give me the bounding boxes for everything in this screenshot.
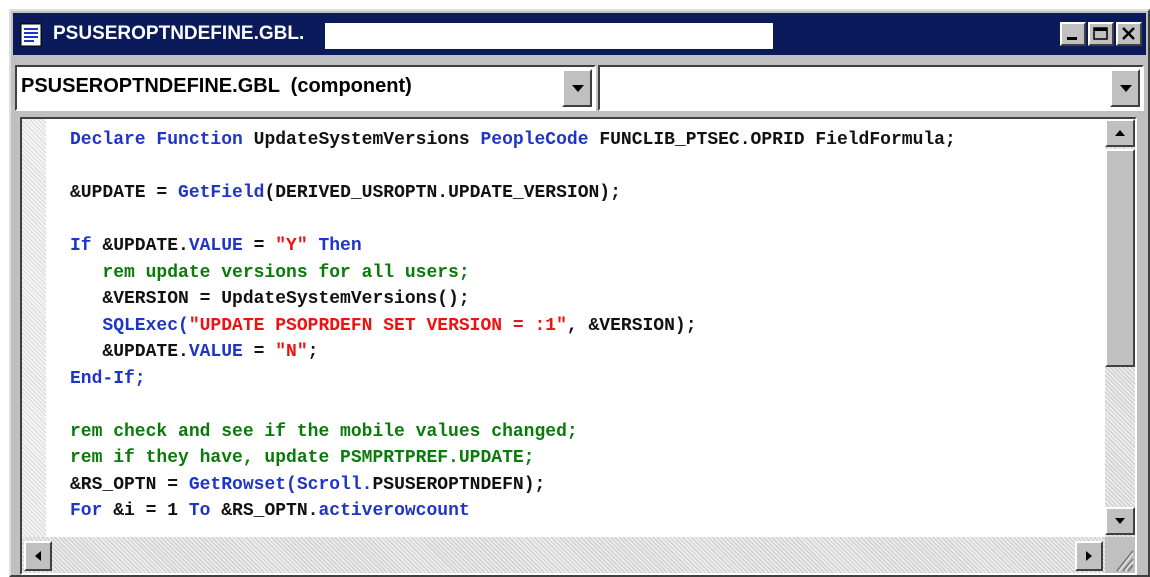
code-token: , &VERSION); xyxy=(566,315,697,336)
code-line[interactable] xyxy=(70,154,1095,181)
code-token: UpdateSystemVersions xyxy=(253,130,481,150)
code-token: SQLExec( xyxy=(102,315,189,336)
code-token: = xyxy=(242,342,276,362)
arrow-down-icon xyxy=(1115,518,1125,524)
code-line[interactable]: &VERSION = UpdateSystemVersions(); xyxy=(70,286,1095,313)
code-token: GetField xyxy=(178,183,265,203)
code-token: To xyxy=(188,501,222,521)
horizontal-scrollbar[interactable] xyxy=(22,537,1105,573)
code-token: VALUE xyxy=(188,236,243,256)
code-token: FUNCLIB_PTSEC.OPRID FieldFormula; xyxy=(599,130,956,150)
resize-grip-icon xyxy=(1116,550,1134,572)
window-title: PSUSEROPTNDEFINE.GBL. xyxy=(53,23,305,44)
code-line[interactable]: rem update versions for all users; xyxy=(70,260,1095,287)
title-bar[interactable]: PSUSEROPTNDEFINE.GBL. xyxy=(13,13,1146,55)
maximize-button[interactable] xyxy=(1088,22,1114,46)
code-token: ; xyxy=(307,342,319,362)
code-token: For xyxy=(70,501,114,521)
event-select-dropdown-button[interactable] xyxy=(1110,69,1140,107)
code-line[interactable]: rem check and see if the mobile values c… xyxy=(70,419,1095,446)
document-icon xyxy=(19,22,47,48)
size-grip[interactable] xyxy=(1105,537,1135,573)
code-line[interactable] xyxy=(70,392,1095,419)
code-token: &RS_OPTN. xyxy=(221,501,319,521)
scroll-down-button[interactable] xyxy=(1105,507,1135,535)
close-icon xyxy=(1122,27,1135,40)
object-select-dropdown-button[interactable] xyxy=(562,69,592,107)
chevron-down-icon xyxy=(572,85,584,92)
arrow-up-icon xyxy=(1115,130,1125,136)
code-text-area[interactable]: Declare Function UpdateSystemVersions Pe… xyxy=(70,127,1095,537)
code-token: If xyxy=(70,236,103,256)
editor-gutter xyxy=(22,119,46,537)
code-line[interactable]: &RS_OPTN = GetRowset(Scroll.PSUSEROPTNDE… xyxy=(70,472,1095,499)
code-token: rem if they have, update PSMPRTPREF.UPDA… xyxy=(70,448,535,468)
minimize-button[interactable] xyxy=(1060,22,1086,46)
code-token: GetRowset(Scroll. xyxy=(188,474,373,495)
code-token: VALUE xyxy=(188,342,243,362)
vertical-scroll-thumb[interactable] xyxy=(1105,149,1135,367)
code-editor[interactable]: Declare Function UpdateSystemVersions Pe… xyxy=(20,117,1137,575)
code-token: rem check and see if the mobile values c… xyxy=(70,421,578,442)
code-line[interactable]: Declare Function UpdateSystemVersions Pe… xyxy=(70,127,1095,154)
code-token: rem update versions for all users; xyxy=(70,262,470,283)
object-select[interactable]: PSUSEROPTNDEFINE.GBL (component) xyxy=(15,65,596,111)
code-line[interactable]: If &UPDATE.VALUE = "Y" Then xyxy=(70,233,1095,260)
code-token: "UPDATE PSOPRDEFN SET VERSION = :1" xyxy=(188,315,567,336)
scroll-left-button[interactable] xyxy=(24,541,52,571)
code-token: &UPDATE. xyxy=(102,236,189,256)
code-token: (DERIVED_USROPTN.UPDATE_VERSION); xyxy=(264,183,621,203)
code-token: activerowcount xyxy=(318,501,470,521)
code-line[interactable]: End-If; xyxy=(70,366,1095,393)
code-token: "N" xyxy=(275,342,308,362)
arrow-right-icon xyxy=(1086,551,1092,561)
event-select[interactable] xyxy=(598,65,1144,111)
object-select-value: PSUSEROPTNDEFINE.GBL (component) xyxy=(21,75,412,97)
code-token: = xyxy=(242,236,276,256)
code-line[interactable]: &UPDATE = GetField(DERIVED_USROPTN.UPDAT… xyxy=(70,180,1095,207)
code-token: End-If; xyxy=(70,368,146,389)
code-line[interactable]: rem if they have, update PSMPRTPREF.UPDA… xyxy=(70,445,1095,472)
code-token: "Y" xyxy=(275,236,308,256)
code-token: PeopleCode xyxy=(480,130,600,150)
code-token: Declare Function xyxy=(70,130,254,150)
code-token: &UPDATE. xyxy=(70,342,189,362)
code-token: &RS_OPTN = xyxy=(70,474,189,495)
code-token: &i = 1 xyxy=(113,501,189,521)
close-button[interactable] xyxy=(1116,22,1142,46)
minimize-icon xyxy=(1067,37,1077,40)
arrow-left-icon xyxy=(35,551,41,561)
code-token: PSUSEROPTNDEFN); xyxy=(372,474,546,495)
scroll-right-button[interactable] xyxy=(1075,541,1103,571)
title-highlight xyxy=(325,23,773,49)
peoplecode-editor-window: PSUSEROPTNDEFINE.GBL. PSUSEROPTNDEFINE.G… xyxy=(9,9,1150,577)
code-token: &UPDATE = xyxy=(70,183,179,203)
code-line[interactable]: For &i = 1 To &RS_OPTN.activerowcount xyxy=(70,498,1095,525)
code-line[interactable]: SQLExec("UPDATE PSOPRDEFN SET VERSION = … xyxy=(70,313,1095,340)
code-line[interactable] xyxy=(70,207,1095,234)
maximize-icon xyxy=(1093,27,1108,40)
vertical-scrollbar[interactable] xyxy=(1105,119,1135,537)
code-line[interactable]: &UPDATE.VALUE = "N"; xyxy=(70,339,1095,366)
chevron-down-icon xyxy=(1120,85,1132,92)
code-token: &VERSION = UpdateSystemVersions(); xyxy=(70,289,470,309)
scroll-up-button[interactable] xyxy=(1105,119,1135,147)
code-token: Then xyxy=(307,236,362,256)
